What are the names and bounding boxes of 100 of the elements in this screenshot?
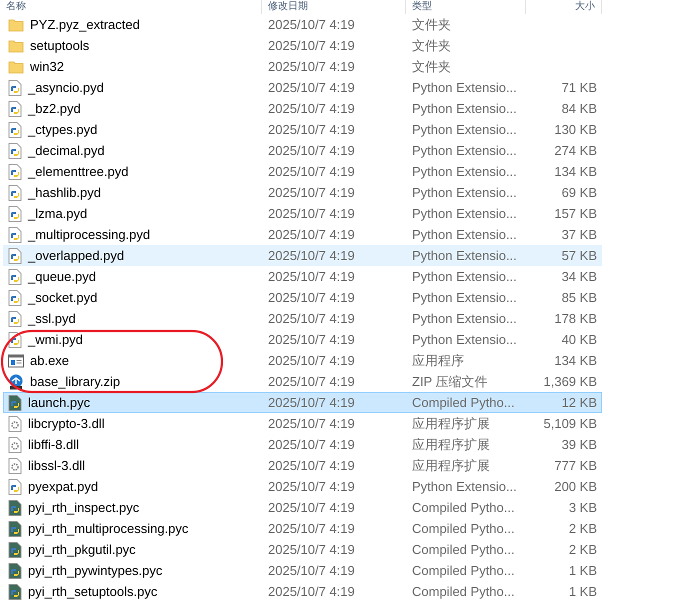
file-row[interactable]: _multiprocessing.pyd 2025/10/7 4:19 Python Extensio... 37 KB (3, 224, 602, 245)
modified-date: 2025/10/7 4:19 (267, 101, 356, 116)
file-name: PYZ.pyz_extracted (30, 17, 140, 32)
file-name: _overlapped.pyd (28, 248, 124, 263)
file-row[interactable]: libssl-3.dll 2025/10/7 4:19 应用程序扩展 777 KB (3, 455, 602, 476)
file-size: 1,369 KB (542, 374, 598, 389)
file-type: 应用程序扩展 (411, 414, 491, 432)
file-row[interactable]: setuptools 2025/10/7 4:19 文件夹 (3, 35, 602, 56)
file-size: 777 KB (553, 458, 598, 473)
python-file-icon (8, 584, 22, 600)
file-type: Compiled Pytho... (411, 563, 516, 578)
modified-date: 2025/10/7 4:19 (267, 584, 356, 599)
modified-date: 2025/10/7 4:19 (267, 59, 356, 74)
file-size: 274 KB (553, 143, 598, 158)
modified-date: 2025/10/7 4:19 (267, 437, 356, 452)
file-type: 应用程序扩展 (411, 436, 491, 454)
file-size: 39 KB (560, 437, 598, 452)
file-type: Python Extensio... (411, 80, 518, 95)
modified-date: 2025/10/7 4:19 (267, 290, 356, 305)
file-size: 37 KB (560, 227, 598, 242)
file-name: _ssl.pyd (28, 311, 76, 326)
file-row[interactable]: _overlapped.pyd 2025/10/7 4:19 Python Extensio... 57 KB (3, 245, 602, 266)
gear-document-icon (8, 416, 22, 432)
column-header[interactable]: 类型 (406, 0, 526, 14)
column-header[interactable]: 名称 (0, 0, 262, 14)
file-row[interactable]: pyi_rth_pkgutil.pyc 2025/10/7 4:19 Compiled Pytho... 2 KB (3, 539, 602, 560)
python-file-icon (8, 520, 22, 536)
file-row[interactable]: pyi_rth_multiprocessing.pyc 2025/10/7 4:19 Compiled Pytho... 2 KB (3, 518, 602, 539)
python-document-icon (8, 164, 22, 180)
file-name: pyi_rth_pkgutil.pyc (28, 542, 136, 557)
file-size: 12 KB (560, 395, 598, 410)
file-size: 3 KB (568, 500, 598, 515)
modified-date: 2025/10/7 4:19 (267, 17, 356, 32)
file-row[interactable]: _asyncio.pyd 2025/10/7 4:19 Python Extensio... 71 KB (3, 77, 602, 98)
file-row[interactable]: libffi-8.dll 2025/10/7 4:19 应用程序扩展 39 KB (3, 434, 602, 455)
modified-date: 2025/10/7 4:19 (267, 122, 356, 137)
file-type: Python Extensio... (411, 332, 518, 347)
file-row[interactable]: _socket.pyd 2025/10/7 4:19 Python Extensio... 85 KB (3, 287, 602, 308)
file-type: Compiled Pytho... (411, 500, 516, 515)
file-row[interactable]: _wmi.pyd 2025/10/7 4:19 Python Extensio... 40 KB (3, 329, 602, 350)
modified-date: 2025/10/7 4:19 (267, 164, 356, 179)
modified-date: 2025/10/7 4:19 (267, 143, 356, 158)
file-type: 应用程序 (411, 352, 465, 370)
file-row[interactable]: launch.pyc 2025/10/7 4:19 Compiled Pytho... 12 KB (3, 392, 602, 413)
file-name: win32 (30, 59, 64, 74)
modified-date: 2025/10/7 4:19 (267, 80, 356, 95)
file-row[interactable]: _elementtree.pyd 2025/10/7 4:19 Python Extensio... 134 KB (3, 161, 602, 182)
modified-date: 2025/10/7 4:19 (267, 479, 356, 494)
file-size: 157 KB (553, 206, 598, 221)
file-row[interactable]: _decimal.pyd 2025/10/7 4:19 Python Extensio... 274 KB (3, 140, 602, 161)
modified-date: 2025/10/7 4:19 (267, 416, 356, 431)
modified-date: 2025/10/7 4:19 (267, 521, 356, 536)
file-row[interactable]: pyi_rth_inspect.pyc 2025/10/7 4:19 Compiled Pytho... 3 KB (3, 497, 602, 518)
python-document-icon (8, 100, 22, 116)
file-size: 85 KB (560, 290, 598, 305)
file-name: libcrypto-3.dll (28, 416, 105, 431)
file-name: launch.pyc (28, 395, 90, 410)
file-type: Compiled Pytho... (411, 584, 516, 599)
file-type: Python Extensio... (411, 227, 518, 242)
file-row[interactable]: _bz2.pyd 2025/10/7 4:19 Python Extensio... 84 KB (3, 98, 602, 119)
file-size: 69 KB (560, 185, 598, 200)
file-name: _asyncio.pyd (28, 80, 104, 95)
file-row[interactable]: base_library.zip 2025/10/7 4:19 ZIP 压缩文件 1,369 KB (3, 371, 602, 392)
file-name: _hashlib.pyd (28, 185, 101, 200)
application-icon (8, 354, 24, 368)
file-row[interactable]: pyi_rth_setuptools.pyc 2025/10/7 4:19 Compiled Pytho... 1 KB (3, 581, 602, 602)
file-row[interactable]: win32 2025/10/7 4:19 文件夹 (3, 56, 602, 77)
column-header[interactable]: 修改日期 (262, 0, 406, 14)
file-name: libffi-8.dll (28, 437, 80, 452)
file-type: Python Extensio... (411, 164, 518, 179)
file-row[interactable]: _ssl.pyd 2025/10/7 4:19 Python Extensio... 178 KB (3, 308, 602, 329)
modified-date: 2025/10/7 4:19 (267, 248, 356, 263)
file-row[interactable]: _lzma.pyd 2025/10/7 4:19 Python Extensio... 157 KB (3, 203, 602, 224)
modified-date: 2025/10/7 4:19 (267, 542, 356, 557)
file-name: libssl-3.dll (28, 458, 86, 473)
python-file-icon (8, 500, 22, 516)
file-row[interactable]: pyexpat.pyd 2025/10/7 4:19 Python Extensio... 200 KB (3, 476, 602, 497)
file-row[interactable]: pyi_rth_pywintypes.pyc 2025/10/7 4:19 Compiled Pytho... 1 KB (3, 560, 602, 581)
python-document-icon (8, 142, 22, 158)
folder-icon (8, 60, 24, 74)
file-name: _ctypes.pyd (28, 122, 98, 137)
file-row[interactable]: PYZ.pyz_extracted 2025/10/7 4:19 文件夹 (3, 14, 602, 35)
file-row[interactable]: _hashlib.pyd 2025/10/7 4:19 Python Extensio... 69 KB (3, 182, 602, 203)
file-size: 2 KB (568, 521, 598, 536)
file-type: Python Extensio... (411, 143, 518, 158)
column-header[interactable]: 大小 (526, 0, 602, 14)
file-name: _lzma.pyd (28, 206, 88, 221)
file-type: Compiled Pytho... (411, 542, 516, 557)
file-type: Python Extensio... (411, 206, 518, 221)
file-name: _bz2.pyd (28, 101, 81, 116)
file-row[interactable]: _queue.pyd 2025/10/7 4:19 Python Extensio... 34 KB (3, 266, 602, 287)
modified-date: 2025/10/7 4:19 (267, 269, 356, 284)
file-row[interactable]: libcrypto-3.dll 2025/10/7 4:19 应用程序扩展 5,109 KB (3, 413, 602, 434)
file-row[interactable]: ab.exe 2025/10/7 4:19 应用程序 134 KB (3, 350, 602, 371)
file-row[interactable]: _ctypes.pyd 2025/10/7 4:19 Python Extensio... 130 KB (3, 119, 602, 140)
modified-date: 2025/10/7 4:19 (267, 311, 356, 326)
file-type: Python Extensio... (411, 248, 518, 263)
modified-date: 2025/10/7 4:19 (267, 563, 356, 578)
modified-date: 2025/10/7 4:19 (267, 332, 356, 347)
modified-date: 2025/10/7 4:19 (267, 374, 356, 389)
